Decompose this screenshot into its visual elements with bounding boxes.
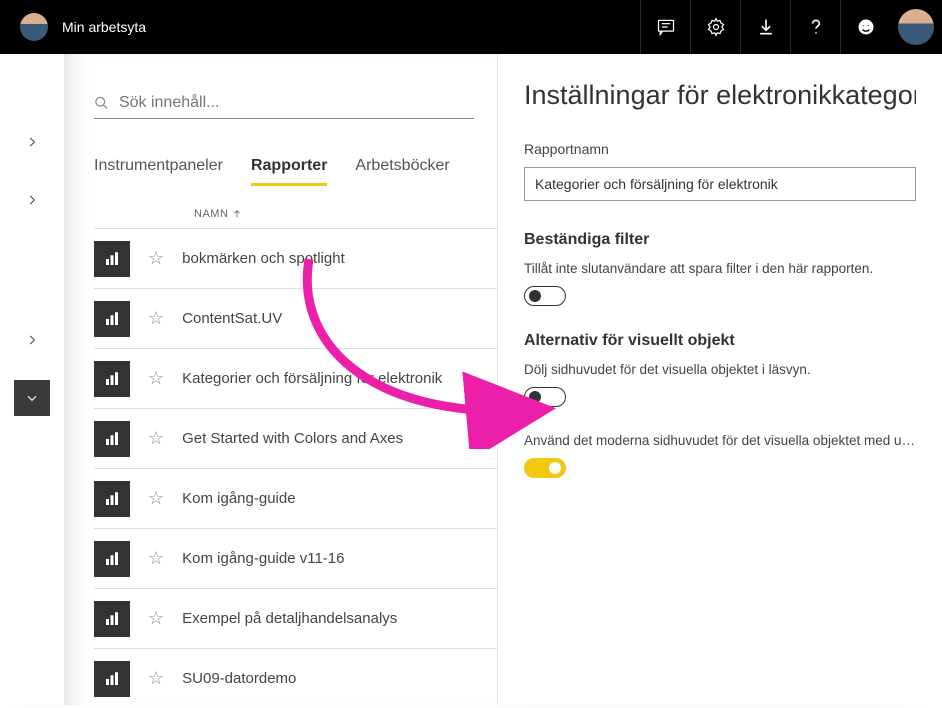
report-name: Kategorier och försäljning för elektroni… — [182, 370, 442, 387]
report-name: Kom igång-guide v11-16 — [182, 550, 344, 567]
report-icon — [94, 301, 130, 337]
navrail — [0, 54, 64, 705]
report-icon — [94, 541, 130, 577]
report-name: ContentSat.UV — [182, 310, 282, 327]
persistent-filters-title: Beständiga filter — [524, 231, 916, 249]
report-icon — [94, 481, 130, 517]
navrail-item-expanded[interactable] — [14, 380, 50, 416]
favorite-star-icon[interactable]: ☆ — [148, 608, 164, 629]
report-icon — [94, 661, 130, 697]
tab-reports[interactable]: Rapporter — [251, 157, 327, 186]
report-icon — [94, 601, 130, 637]
favorite-star-icon[interactable]: ☆ — [148, 548, 164, 569]
table-row[interactable]: ☆ Exempel på detaljhandelsanalys — [94, 588, 497, 648]
table-row[interactable]: ☆ Kom igång-guide v11-16 — [94, 528, 497, 588]
column-header-label: NAMN — [194, 208, 228, 220]
search-icon — [94, 95, 109, 111]
visual-modern-toggle[interactable] — [524, 458, 566, 478]
report-icon — [94, 421, 130, 457]
report-name-label: Rapportnamn — [524, 141, 916, 157]
favorite-star-icon[interactable]: ☆ — [148, 368, 164, 389]
visual-options-title: Alternativ för visuellt objekt — [524, 332, 916, 350]
favorite-star-icon[interactable]: ☆ — [148, 668, 164, 689]
report-list: ☆ bokmärken och spotlight ☆ ContentSat.U… — [94, 228, 497, 708]
download-icon[interactable] — [740, 0, 790, 54]
persistent-filters-desc: Tillåt inte slutanvändare att spara filt… — [524, 261, 916, 276]
table-row[interactable]: ☆ SU09-datordemo — [94, 648, 497, 708]
visual-hide-desc: Dölj sidhuvudet för det visuella objekte… — [524, 362, 916, 377]
report-icon — [94, 361, 130, 397]
favorite-star-icon[interactable]: ☆ — [148, 308, 164, 329]
report-name: Kom igång-guide — [182, 490, 295, 507]
table-row[interactable]: ☆ Get Started with Colors and Axes — [94, 408, 497, 468]
help-icon[interactable] — [790, 0, 840, 54]
table-row[interactable]: ☆ bokmärken och spotlight — [94, 228, 497, 288]
visual-modern-desc: Använd det moderna sidhuvudet för det vi… — [524, 433, 916, 448]
table-row[interactable]: ☆ ContentSat.UV — [94, 288, 497, 348]
main-content: Instrumentpaneler Rapporter Arbetsböcker… — [64, 54, 497, 705]
report-name: Get Started with Colors and Axes — [182, 430, 403, 447]
settings-panel: Inställningar för elektronikkategorier R… — [497, 54, 942, 705]
search-row — [94, 94, 474, 119]
workspace-title: Min arbetsyta — [62, 19, 146, 35]
table-row[interactable]: ☆ Kategorier och försäljning för elektro… — [94, 348, 497, 408]
favorite-star-icon[interactable]: ☆ — [148, 248, 164, 269]
tab-dashboards[interactable]: Instrumentpaneler — [94, 157, 223, 186]
navrail-item-3[interactable] — [14, 322, 50, 358]
sort-asc-icon — [232, 209, 242, 219]
visual-hide-toggle[interactable] — [524, 387, 566, 407]
navrail-item-1[interactable] — [14, 124, 50, 160]
panel-title: Inställningar för elektronikkategorier — [524, 80, 916, 111]
navrail-item-2[interactable] — [14, 182, 50, 218]
report-name: bokmärken och spotlight — [182, 250, 345, 267]
gear-icon[interactable] — [690, 0, 740, 54]
table-row[interactable]: ☆ Kom igång-guide — [94, 468, 497, 528]
smiley-icon[interactable] — [840, 0, 890, 54]
report-name: Exempel på detaljhandelsanalys — [182, 610, 397, 627]
favorite-star-icon[interactable]: ☆ — [148, 428, 164, 449]
favorite-star-icon[interactable]: ☆ — [148, 488, 164, 509]
tab-workbooks[interactable]: Arbetsböcker — [355, 157, 449, 186]
tabs: Instrumentpaneler Rapporter Arbetsböcker — [94, 157, 497, 186]
column-header[interactable]: NAMN — [194, 208, 497, 220]
user-avatar[interactable] — [898, 9, 934, 45]
report-name-input[interactable] — [524, 167, 916, 201]
search-input[interactable] — [119, 94, 474, 112]
report-name: SU09-datordemo — [182, 670, 296, 687]
persistent-filters-toggle[interactable] — [524, 286, 566, 306]
avatar[interactable] — [20, 13, 48, 41]
topbar: Min arbetsyta — [0, 0, 942, 54]
feedback-icon[interactable] — [640, 0, 690, 54]
report-icon — [94, 241, 130, 277]
